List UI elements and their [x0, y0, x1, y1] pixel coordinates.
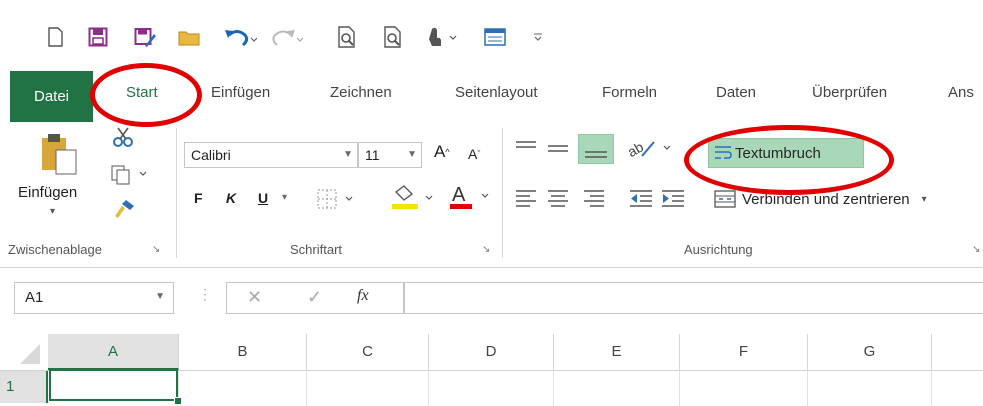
align-center-icon[interactable]: [546, 188, 570, 208]
increase-indent-icon[interactable]: [660, 188, 686, 208]
gridline: [807, 371, 808, 406]
column-header[interactable]: C: [307, 334, 429, 370]
tab-data[interactable]: Daten: [716, 80, 756, 106]
row-header[interactable]: 1: [0, 371, 48, 403]
tab-view[interactable]: Ans: [948, 80, 974, 106]
new-document-icon[interactable]: [44, 24, 66, 50]
separator: [176, 128, 177, 258]
print-preview-icon[interactable]: [334, 24, 360, 50]
merge-dropdown-icon: ▾: [921, 193, 927, 205]
shrink-font-icon[interactable]: Aˇ: [468, 146, 480, 162]
font-group-label: Schriftart: [290, 242, 343, 257]
merge-center-button[interactable]: Verbinden und zentrieren ▾: [714, 186, 927, 212]
form-icon[interactable]: [482, 24, 508, 50]
merge-center-label: Verbinden und zentrieren: [742, 190, 910, 208]
clipboard-launcher-icon[interactable]: ↘: [152, 244, 160, 255]
borders-icon[interactable]: [316, 188, 360, 210]
copy-icon[interactable]: [110, 164, 150, 186]
svg-text:ab: ab: [626, 138, 646, 160]
tab-insert[interactable]: Einfügen: [211, 80, 270, 106]
font-launcher-icon[interactable]: ↘: [482, 244, 490, 255]
open-folder-icon[interactable]: [176, 24, 202, 50]
tab-draw[interactable]: Zeichnen: [330, 80, 392, 106]
clipboard-group-label: Zwischenablage: [8, 242, 102, 257]
ribbon: Einfügen ▾ Zwischenablage ↘ Calibri ▼ 11…: [0, 122, 983, 268]
font-size-value: 11: [365, 147, 380, 163]
svg-text:A: A: [452, 184, 466, 206]
align-middle-icon[interactable]: [546, 138, 570, 158]
orientation-icon[interactable]: ab: [625, 136, 676, 160]
tab-page-layout[interactable]: Seitenlayout: [455, 80, 538, 106]
save-as-icon[interactable]: [132, 24, 158, 50]
decrease-indent-icon[interactable]: [628, 188, 654, 208]
bold-button[interactable]: F: [194, 190, 203, 206]
column-header[interactable]: F: [680, 334, 808, 370]
formula-input[interactable]: [404, 282, 983, 314]
gridline: [679, 371, 680, 406]
separator: [502, 128, 503, 258]
underline-button[interactable]: U: [258, 190, 268, 206]
redo-icon[interactable]: [268, 24, 304, 50]
drag-handle-icon[interactable]: ⋮: [198, 286, 212, 303]
grow-font-icon[interactable]: A ^: [434, 142, 450, 162]
column-header[interactable]: E: [554, 334, 680, 370]
active-cell-a1[interactable]: [49, 369, 178, 401]
save-icon[interactable]: [86, 24, 110, 50]
format-painter-icon[interactable]: [112, 196, 136, 220]
fill-handle[interactable]: [174, 397, 182, 405]
chevron-down-icon: ▼: [343, 149, 353, 160]
alignment-launcher-icon[interactable]: ↘: [972, 244, 980, 255]
tab-review[interactable]: Überprüfen: [812, 80, 887, 106]
enter-icon[interactable]: ✓: [307, 287, 322, 308]
paste-label[interactable]: Einfügen: [18, 184, 77, 201]
tab-formulas[interactable]: Formeln: [602, 80, 657, 106]
name-box-value: A1: [25, 289, 44, 306]
quick-print-icon[interactable]: [380, 24, 406, 50]
touch-mode-icon[interactable]: [424, 24, 464, 50]
gridline: [306, 371, 307, 406]
name-box[interactable]: A1 ▼: [14, 282, 174, 314]
merge-center-icon: [714, 189, 736, 209]
chevron-down-icon: ▼: [407, 149, 417, 160]
column-header[interactable]: G: [808, 334, 932, 370]
align-right-icon[interactable]: [582, 188, 606, 208]
undo-icon[interactable]: [222, 24, 258, 50]
tab-start[interactable]: Start: [126, 80, 158, 106]
wrap-text-label: Textumbruch: [735, 144, 821, 162]
ribbon-tab-row: Datei Start Einfügen Zeichnen Seitenlayo…: [0, 60, 983, 123]
sheet-grid: A B C D E F G 1: [0, 334, 983, 406]
formula-bar: A1 ▼ ⋮ ✕ ✓ fx: [0, 268, 983, 334]
paste-icon[interactable]: [38, 132, 78, 178]
gridline: [428, 371, 429, 406]
alignment-group-label: Ausrichtung: [684, 242, 753, 257]
customize-toolbar-icon[interactable]: [530, 24, 546, 50]
gridline: [553, 371, 554, 406]
paste-dropdown-icon[interactable]: ▾: [50, 206, 55, 217]
wrap-text-button[interactable]: Textumbruch: [708, 138, 864, 168]
column-header[interactable]: D: [429, 334, 554, 370]
quick-access-toolbar: [0, 0, 983, 60]
align-top-icon[interactable]: [514, 138, 538, 158]
align-bottom-icon[interactable]: [578, 134, 614, 164]
column-header[interactable]: B: [179, 334, 307, 370]
font-size-combo[interactable]: 11 ▼: [358, 142, 422, 168]
align-left-icon[interactable]: [514, 188, 538, 208]
wrap-text-icon: [713, 143, 733, 163]
italic-button[interactable]: K: [226, 190, 236, 206]
chevron-down-icon: ▼: [155, 291, 165, 302]
underline-dropdown-icon[interactable]: ▾: [282, 192, 287, 203]
fill-color-icon[interactable]: [390, 184, 442, 212]
column-header[interactable]: A: [48, 334, 179, 370]
gridline: [931, 371, 932, 406]
formula-buttons: ✕ ✓ fx: [226, 282, 404, 314]
font-color-icon[interactable]: A: [448, 182, 498, 212]
cancel-icon[interactable]: ✕: [247, 287, 262, 308]
insert-function-icon[interactable]: fx: [357, 287, 369, 305]
font-name-combo[interactable]: Calibri ▼: [184, 142, 358, 168]
cut-icon[interactable]: [112, 126, 134, 148]
font-name-value: Calibri: [191, 147, 231, 163]
select-all-corner[interactable]: [0, 334, 49, 370]
tab-file[interactable]: Datei: [10, 71, 93, 123]
